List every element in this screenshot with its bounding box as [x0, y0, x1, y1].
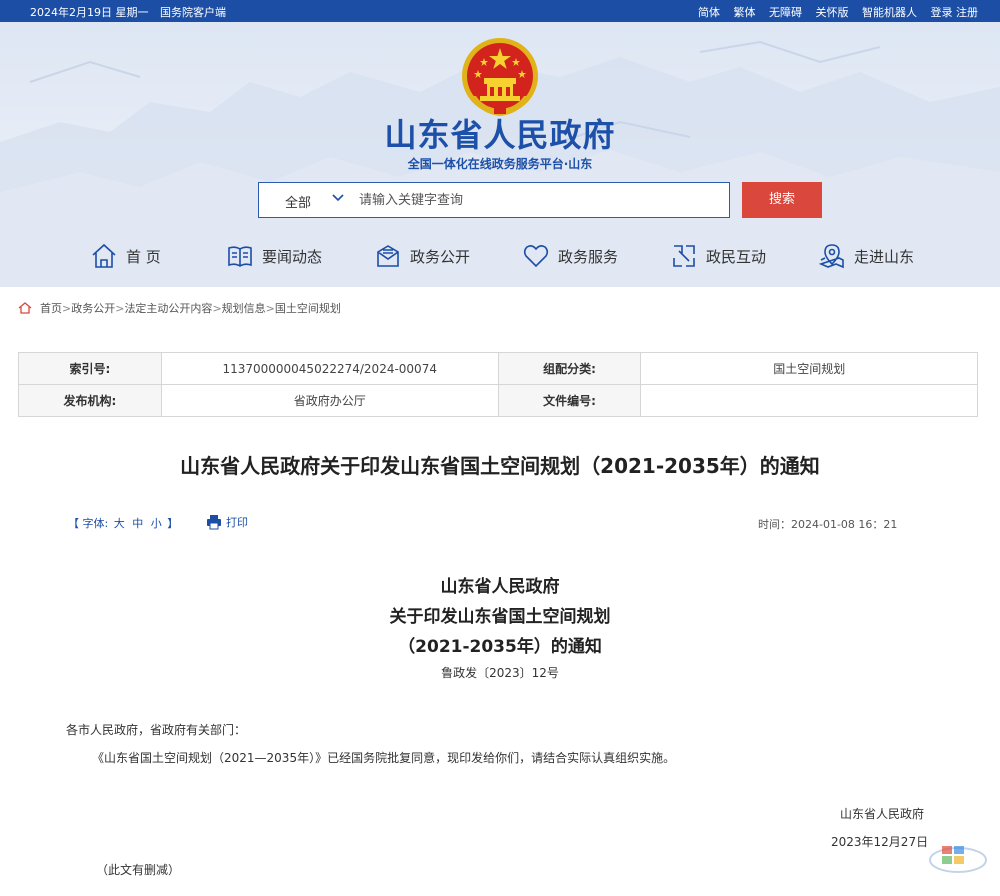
- issuer-value: 省政府办公厅: [160, 384, 499, 417]
- category-label: 组配分类:: [497, 352, 642, 385]
- body-heading-3: （2021-2035年）的通知: [398, 637, 602, 657]
- login-register-link[interactable]: 登录 注册: [931, 6, 979, 19]
- home-icon: [92, 243, 116, 268]
- home-icon: [18, 302, 32, 314]
- breadcrumb-home[interactable]: 首页: [40, 300, 62, 316]
- mailbox-icon: [377, 245, 399, 267]
- breadcrumb-current[interactable]: 国土空间规划: [275, 300, 341, 316]
- body-heading-2: 关于印发山东省国土空间规划: [389, 607, 611, 627]
- search-bar: 全部: [258, 182, 730, 218]
- breadcrumb-planning[interactable]: 规划信息: [222, 300, 266, 316]
- traditional-link[interactable]: 繁体: [734, 6, 756, 19]
- document-info-table: 索引号: 113700000045022274/2024-00074 组配分类:…: [18, 352, 978, 417]
- index-label: 索引号:: [18, 352, 162, 385]
- nav-interaction-label: 政民互动: [706, 247, 767, 266]
- search-button[interactable]: 搜索: [742, 182, 822, 218]
- nav-about-shandong-label: 走进山东: [854, 247, 915, 266]
- book-icon: [228, 246, 252, 267]
- nav-news[interactable]: 要闻动态: [226, 238, 322, 274]
- print-button[interactable]: 打印: [206, 514, 248, 530]
- nav-interaction[interactable]: 政民互动: [670, 238, 766, 274]
- site-watermark-logo: [929, 846, 987, 873]
- issuer-label: 发布机构:: [18, 384, 162, 417]
- nav-about-shandong[interactable]: 走进山东: [818, 238, 914, 274]
- nav-gov-affairs-label: 政务公开: [410, 247, 471, 266]
- simplified-link[interactable]: 简体: [698, 6, 720, 19]
- font-size-controls: 【 字体: 大 中 小 】: [68, 515, 178, 531]
- nav-news-label: 要闻动态: [262, 247, 323, 266]
- signature-date: 2023年12月27日: [831, 835, 929, 849]
- docnum-value: [640, 384, 978, 417]
- docnum-label: 文件编号:: [497, 384, 642, 417]
- search-input[interactable]: [359, 185, 719, 215]
- site-subtitle: 全国一体化在线政务服务平台·山东: [407, 157, 593, 171]
- site-header: 山东省人民政府 全国一体化在线政务服务平台·山东 全部 搜索 首 页 要闻动态 …: [0, 22, 1000, 287]
- document-title: 山东省人民政府关于印发山东省国土空间规划（2021-2035年）的通知: [180, 454, 820, 478]
- font-size-large[interactable]: 大: [114, 517, 125, 530]
- care-mode-link[interactable]: 关怀版: [816, 6, 849, 19]
- nav-gov-services-label: 政务服务: [558, 247, 619, 266]
- document-number: 鲁政发〔2023〕12号: [441, 666, 559, 680]
- breadcrumb-gov-affairs[interactable]: 政务公开: [71, 300, 115, 316]
- search-scope-dropdown[interactable]: 全部: [259, 183, 355, 217]
- nav-gov-affairs[interactable]: 政务公开: [374, 238, 470, 274]
- nav-home[interactable]: 首 页: [90, 238, 161, 274]
- search-scope-label: 全部: [285, 196, 312, 211]
- heart-icon: [523, 245, 549, 268]
- publish-time: 时间：2024-01-08 16：21: [758, 518, 898, 531]
- current-date: 2024年2月19日 星期一: [30, 6, 149, 19]
- font-size-small[interactable]: 小: [151, 517, 162, 530]
- nav-gov-services[interactable]: 政务服务: [522, 238, 618, 274]
- top-bar: 2024年2月19日 星期一 国务院客户端 简体 繁体 无障碍 关怀版 智能机器…: [0, 0, 1000, 22]
- accessibility-link[interactable]: 无障碍: [769, 6, 802, 19]
- main-nav: 首 页 要闻动态 政务公开 政务服务 政民互动 走进山东: [0, 238, 1000, 274]
- breadcrumb-disclosure[interactable]: 法定主动公开内容: [124, 300, 212, 316]
- deletion-note: （此文有删减）: [96, 863, 181, 877]
- national-emblem-icon: [462, 38, 538, 116]
- site-title: 山东省人民政府: [384, 116, 616, 154]
- category-value: 国土空间规划: [640, 352, 978, 385]
- state-council-client-link[interactable]: 国务院客户端: [160, 6, 226, 19]
- print-label: 打印: [226, 516, 248, 529]
- printer-icon: [207, 515, 221, 530]
- breadcrumb: 首页 > 政务公开 > 法定主动公开内容 > 规划信息 > 国土空间规划: [18, 300, 341, 316]
- signature: 山东省人民政府: [840, 807, 925, 821]
- font-size-prefix: 【 字体:: [68, 517, 109, 530]
- body-heading-1: 山东省人民政府: [440, 577, 560, 597]
- chevron-down-icon: [332, 194, 344, 202]
- nav-home-label: 首 页: [126, 247, 161, 266]
- interaction-icon: [673, 245, 695, 267]
- body-paragraph: 《山东省国土空间规划（2021—2035年）》已经国务院批复同意，现印发给你们，…: [92, 751, 676, 765]
- font-size-medium[interactable]: 中: [132, 517, 143, 530]
- font-size-suffix: 】: [167, 517, 179, 530]
- salutation: 各市人民政府，省政府有关部门：: [66, 723, 247, 737]
- map-pin-icon: [818, 244, 844, 269]
- index-value: 113700000045022274/2024-00074: [160, 352, 499, 385]
- smart-robot-link[interactable]: 智能机器人: [862, 6, 917, 19]
